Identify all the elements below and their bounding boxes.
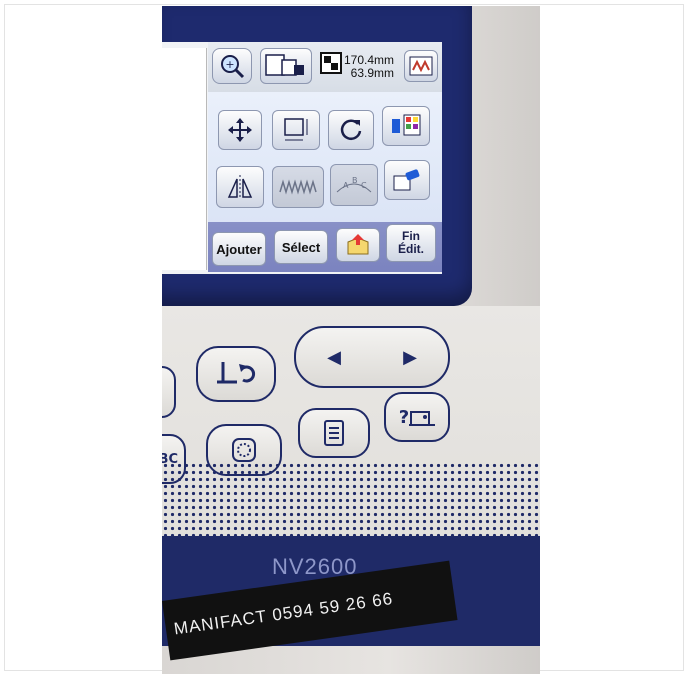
edit-panel: A B C — [208, 92, 442, 224]
resize-button[interactable] — [272, 110, 320, 150]
svg-text:C: C — [361, 181, 367, 190]
mirror-icon — [227, 175, 253, 199]
frame-button[interactable] — [260, 48, 312, 84]
memory-icon — [347, 234, 369, 255]
move-icon — [228, 118, 252, 142]
zoom-button[interactable]: + — [212, 48, 252, 84]
frame-icon — [265, 54, 304, 76]
photo: + 170.4mm 63.9mm A B C Ajouter Sélect Fi… — [162, 6, 540, 674]
add-button[interactable]: Ajouter — [212, 232, 266, 266]
screen-bottom-bar: Ajouter Sélect Fin Édit. — [208, 222, 442, 272]
presser-foot-icon — [217, 362, 256, 384]
help-label: ? — [398, 406, 410, 428]
density-icon — [279, 179, 317, 195]
svg-text:A: A — [343, 181, 349, 190]
svg-text:B: B — [352, 176, 358, 185]
memory-button[interactable] — [336, 228, 380, 262]
zoom-icon: + — [221, 55, 245, 79]
height-value: 63.9mm — [350, 66, 394, 80]
lcd-screen: + 170.4mm 63.9mm A B C Ajouter Sélect Fi… — [162, 42, 442, 274]
resize-icon — [284, 118, 308, 141]
mirror-button[interactable] — [216, 166, 264, 208]
partial-left-button[interactable] — [162, 366, 176, 418]
left-arrow-button[interactable]: ◀ — [327, 347, 341, 368]
sewing-machine-icon — [409, 411, 436, 426]
stitch-view-button[interactable] — [404, 50, 438, 82]
embroidery-icon — [232, 438, 256, 462]
arrow-button-group: ◀ ▶ — [294, 326, 450, 388]
sheet-icon — [324, 420, 344, 446]
design-preview — [162, 48, 207, 270]
array-button[interactable]: A B C — [330, 164, 378, 206]
measurement-readout: 170.4mm 63.9mm — [342, 54, 394, 80]
move-button[interactable] — [218, 110, 262, 150]
color-icon — [392, 114, 421, 136]
stitch-view-icon — [409, 56, 433, 76]
border-icon — [393, 169, 420, 191]
sheet-button[interactable] — [298, 408, 370, 458]
color-button[interactable] — [382, 106, 430, 146]
finish-edit-label-2: Édit. — [398, 242, 424, 256]
finish-edit-button[interactable]: Fin Édit. — [386, 224, 436, 262]
right-arrow-button[interactable]: ▶ — [403, 347, 417, 368]
rotate-icon — [340, 119, 362, 140]
size-indicator-icon — [320, 52, 342, 74]
help-button[interactable]: ? — [384, 392, 450, 442]
density-button[interactable] — [272, 166, 324, 208]
select-button[interactable]: Sélect — [274, 230, 328, 264]
screen-bezel: + 170.4mm 63.9mm A B C Ajouter Sélect Fi… — [162, 6, 472, 306]
screen-top-bar: + 170.4mm 63.9mm — [208, 42, 442, 92]
svg-text:+: + — [225, 58, 234, 71]
array-icon: A B C — [336, 176, 372, 193]
presser-foot-button[interactable] — [196, 346, 276, 402]
border-button[interactable] — [384, 160, 430, 200]
rotate-button[interactable] — [328, 110, 374, 150]
